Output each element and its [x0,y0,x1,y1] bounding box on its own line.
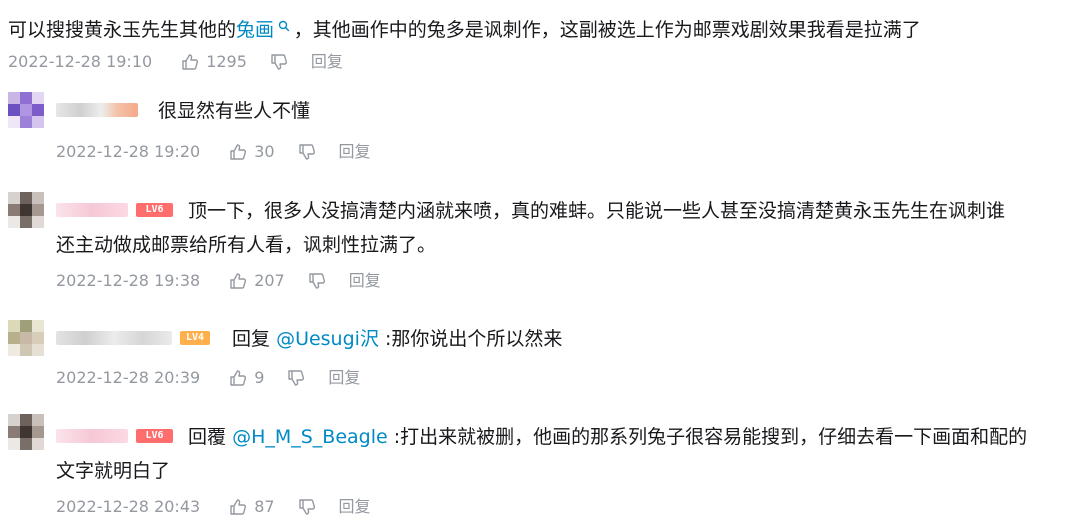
reply-content: 回覆 @H_M_S_Beagle :打出来就被删，他画的那系列兔子很容易能搜到，… [188,425,1027,450]
level-badge: LV6 [136,203,173,217]
comment-text: 可以搜搜黄永玉先生其他的 [8,19,237,41]
thumb-down-icon[interactable] [297,497,317,517]
timestamp: 2022-12-28 19:20 [56,142,201,161]
reply-prefix: 回复 [232,328,271,350]
avatar[interactable] [8,92,44,128]
like-count: 207 [254,271,285,290]
avatar[interactable] [8,414,44,450]
reply-text: 还主动做成邮票给所有人看，讽刺性拉满了。 [56,234,437,256]
like-count: 1295 [206,52,247,71]
timestamp: 2022-12-28 20:39 [56,368,201,387]
comment-meta: 2022-12-28 19:10 1295 回复 [8,52,343,72]
reply-content: 回复 @Uesugi沢 :那你说出个所以然来 [232,327,562,352]
thumb-down-icon[interactable] [269,52,289,72]
search-icon [274,20,294,35]
thumb-up-icon[interactable] [180,52,200,72]
thumb-down-icon[interactable] [307,271,327,291]
thumb-down-icon[interactable] [297,142,317,162]
reply-content: 很显然有些人不懂 [158,99,310,124]
reply-text: 顶一下，很多人没搞清楚内涵就来喷，真的难蚌。只能说一些人甚至没搞清楚黄永玉先生在… [188,200,1006,222]
username[interactable] [56,429,128,443]
reply-button[interactable]: 回复 [328,368,360,388]
timestamp: 2022-12-28 20:43 [56,497,201,516]
thumb-up-icon[interactable] [228,142,248,162]
thumb-up-icon[interactable] [228,271,248,291]
timestamp: 2022-12-28 19:38 [56,271,201,290]
reply-content: 顶一下，很多人没搞清楚内涵就来喷，真的难蚌。只能说一些人甚至没搞清楚黄永玉先生在… [188,199,1005,224]
username[interactable] [56,203,128,217]
avatar[interactable] [8,192,44,228]
reply-text: 很显然有些人不懂 [158,100,311,122]
level-badge: LV4 [180,331,210,345]
reply-content-line2: 文字就明白了 [56,459,170,484]
like-count: 87 [254,497,275,516]
like-count: 30 [254,142,275,161]
like-count: 9 [254,368,265,387]
mention-link[interactable]: @Uesugi沢 [276,328,379,350]
search-link[interactable]: 兔画 [236,19,294,41]
reply-text: :打出来就被删，他画的那系列兔子很容易能搜到，仔细去看一下画面和配的 [387,426,1028,448]
reply-text: 文字就明白了 [56,460,171,482]
thumb-up-icon[interactable] [228,497,248,517]
level-badge: LV6 [136,429,173,443]
reply-meta: 2022-12-28 19:38 207 回复 [56,271,381,291]
reply-button[interactable]: 回复 [349,271,381,291]
username[interactable] [56,331,172,345]
reply-meta: 2022-12-28 20:39 9 回复 [56,368,360,388]
reply-meta: 2022-12-28 20:43 87 回复 [56,497,371,517]
reply-button[interactable]: 回复 [311,52,343,72]
mention-link[interactable]: @H_M_S_Beagle [232,426,388,448]
comment-text: ，其他画作中的兔多是讽刺作，这副被选上作为邮票戏剧效果我看是拉满了 [293,19,921,41]
avatar[interactable] [8,320,44,356]
search-link-label: 兔画 [236,19,275,41]
reply-prefix: 回覆 [188,426,227,448]
reply-text: :那你说出个所以然来 [378,328,563,350]
reply-meta: 2022-12-28 19:20 30 回复 [56,142,371,162]
reply-button[interactable]: 回复 [339,497,371,517]
reply-content-line2: 还主动做成邮票给所有人看，讽刺性拉满了。 [56,233,436,258]
reply-button[interactable]: 回复 [339,142,371,162]
comment-content: 可以搜搜黄永玉先生其他的兔画 ，其他画作中的兔多是讽刺作，这副被选上作为邮票戏剧… [8,18,921,43]
thumb-up-icon[interactable] [228,368,248,388]
username[interactable] [56,103,138,117]
timestamp: 2022-12-28 19:10 [8,52,153,71]
thumb-down-icon[interactable] [286,368,306,388]
